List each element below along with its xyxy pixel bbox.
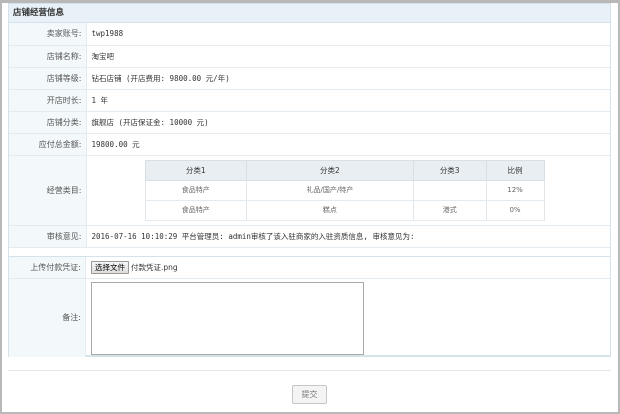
seller-account-label: 卖家账号: [9,23,87,46]
audit-opinion-value: 2016-07-16 10:10:29 平台管理员: admin审核了该入驻商家… [86,225,610,248]
row-remark: 备注: [9,279,610,357]
upload-field: 选择文件 付款凭证.png [86,257,178,278]
category-cell: 食品特产 [144,199,247,221]
shop-name-label: 店铺名称: [9,45,87,68]
category-cell: 礼品/国产/特产 [245,179,414,201]
shop-level-label: 店铺等级: [9,67,87,90]
row-business-category: 经营类目: 分类1 分类2 分类3 比例 食品特产 礼品/国产/特产 12% 食… [9,155,610,226]
row-shop-level: 店铺等级: 钻石店铺 (开店费用: 9800.00 元/年) [9,67,610,90]
shop-name-value: 淘宝吧 [86,45,610,68]
category-header-ratio: 比例 [485,159,545,181]
shop-category-value: 旗舰店 (开店保证金: 10000 元) [86,111,610,134]
shop-duration-value: 1 年 [86,89,610,112]
row-audit-opinion: 审核意见: 2016-07-16 10:10:29 平台管理员: admin审核… [9,225,610,248]
category-cell [412,179,487,201]
audit-opinion-label: 审核意见: [9,225,87,248]
shop-category-label: 店铺分类: [9,111,87,134]
row-shop-name: 店铺名称: 淘宝吧 [9,45,610,68]
category-cell: 港式 [412,199,487,221]
row-shop-category: 店铺分类: 旗舰店 (开店保证金: 10000 元) [9,111,610,134]
row-shop-duration: 开店时长: 1 年 [9,89,610,112]
table-row: 食品特产 糕点 港式 0% [144,199,545,221]
divider [8,370,611,371]
category-cell: 12% [485,179,545,201]
total-amount-label: 应付总金额: [9,133,87,156]
total-amount-value: 19800.00 元 [86,133,610,156]
row-seller-account: 卖家账号: twp1988 [9,23,610,46]
shop-level-value: 钻石店铺 (开店费用: 9800.00 元/年) [86,67,610,90]
category-cell: 食品特产 [144,179,247,201]
table-row: 食品特产 礼品/国产/特产 12% [144,179,545,201]
choose-file-button[interactable]: 选择文件 [91,261,129,274]
submit-button[interactable]: 提交 [292,385,327,404]
category-table: 分类1 分类2 分类3 比例 食品特产 礼品/国产/特产 12% 食品特产 糕点… [144,159,545,221]
seller-account-value: twp1988 [86,23,610,46]
row-upload: 上传付款凭证: 选择文件 付款凭证.png [9,257,610,279]
remark-label: 备注: [9,279,86,357]
selected-file-name: 付款凭证.png [131,263,178,272]
category-header-3: 分类3 [412,159,487,181]
category-cell: 糕点 [245,199,414,221]
category-header-1: 分类1 [144,159,247,181]
shop-duration-label: 开店时长: [9,89,87,112]
row-total-amount: 应付总金额: 19800.00 元 [9,133,610,156]
panel-title: 店铺经营信息 [9,4,610,23]
business-category-label: 经营类目: [9,155,87,226]
category-cell: 0% [485,199,545,221]
category-header-row: 分类1 分类2 分类3 比例 [144,159,545,181]
remark-textarea[interactable] [91,282,364,355]
upload-panel: 上传付款凭证: 选择文件 付款凭证.png 备注: [8,256,611,357]
category-header-2: 分类2 [245,159,414,181]
upload-label: 上传付款凭证: [9,257,86,278]
business-category-cell: 分类1 分类2 分类3 比例 食品特产 礼品/国产/特产 12% 食品特产 糕点… [86,155,610,226]
info-table: 卖家账号: twp1988 店铺名称: 淘宝吧 店铺等级: 钻石店铺 (开店费用… [9,23,610,248]
